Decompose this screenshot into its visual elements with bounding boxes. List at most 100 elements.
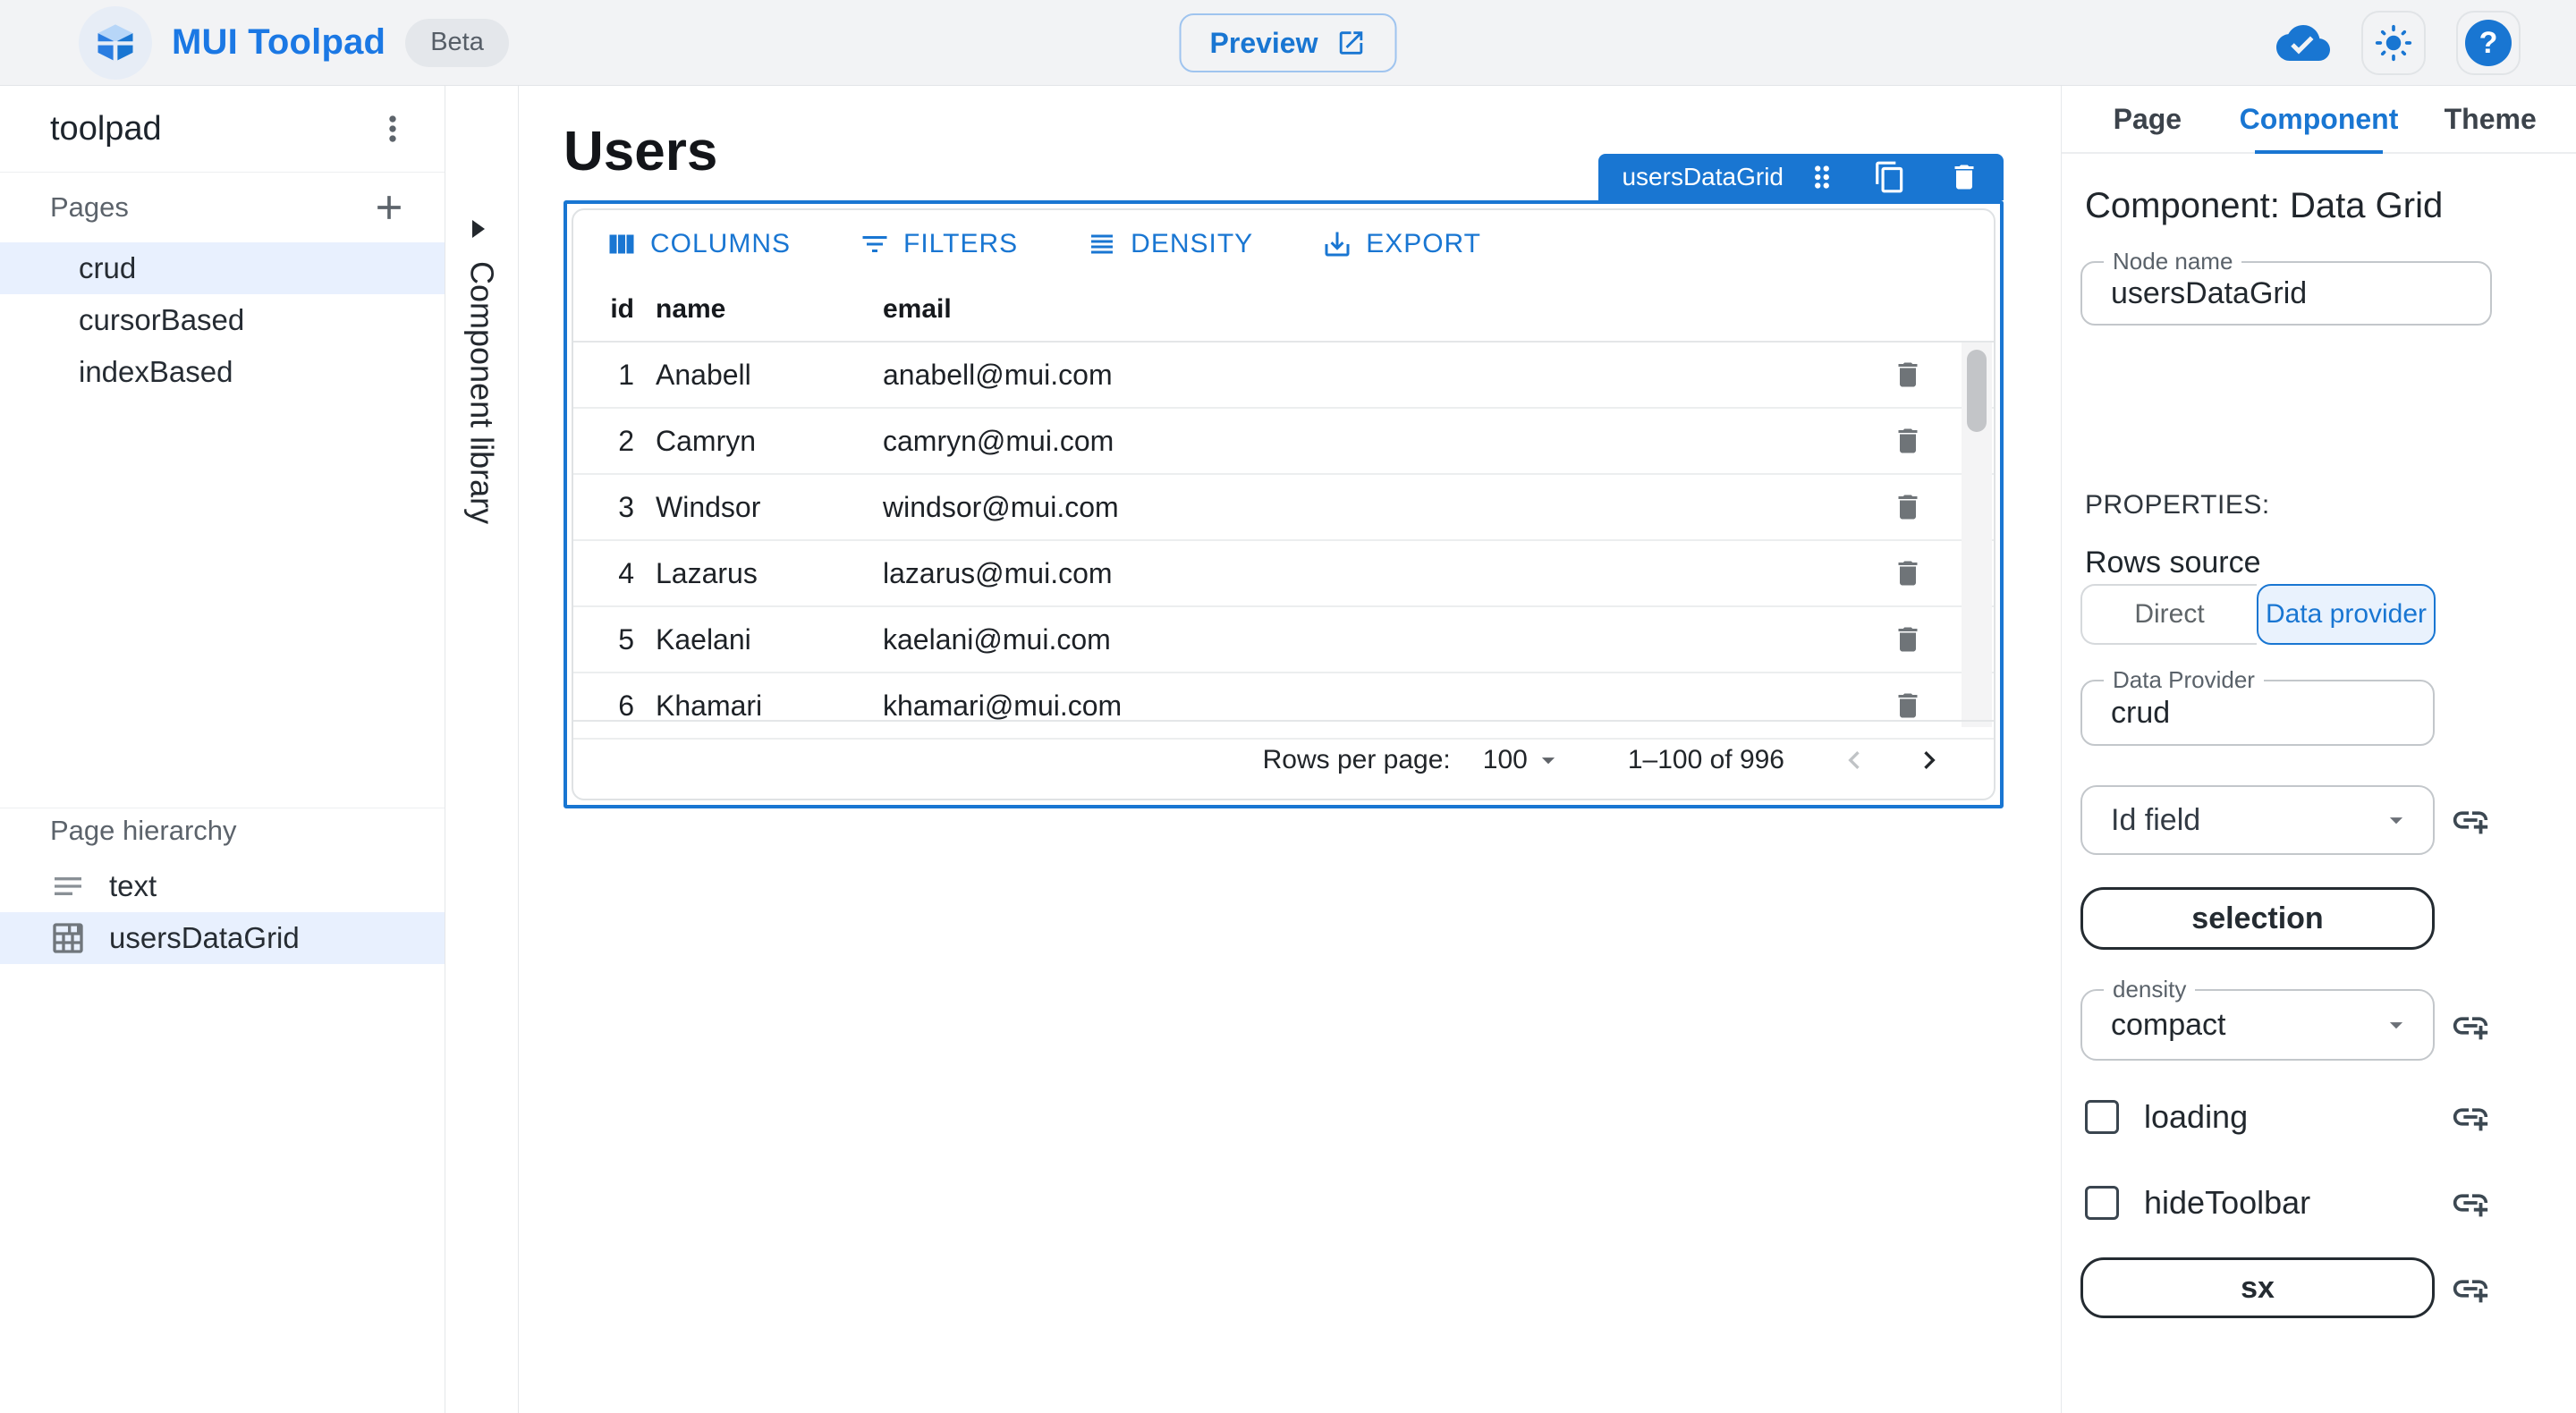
page-hierarchy-header: Page hierarchy xyxy=(0,800,445,862)
loading-checkbox[interactable] xyxy=(2085,1100,2119,1134)
duplicate-component-icon[interactable] xyxy=(1873,160,1907,194)
sidebar-item-cursorbased[interactable]: cursorBased xyxy=(0,294,445,346)
cell-name: Windsor xyxy=(656,491,780,524)
table-row[interactable]: 4 Lazarus lazarus@mui.com xyxy=(573,541,1994,607)
pages-header-label: Pages xyxy=(50,191,129,224)
table-row[interactable]: 3 Windsor windsor@mui.com xyxy=(573,475,1994,541)
delete-row-icon[interactable] xyxy=(1854,359,1962,391)
properties-header: PROPERTIES: xyxy=(2085,490,2270,520)
column-header-email[interactable]: email xyxy=(883,294,1994,325)
tab-theme[interactable]: Theme xyxy=(2404,86,2576,152)
selected-component-chip[interactable]: usersDataGrid xyxy=(1598,154,2004,200)
hide-toolbar-checkbox[interactable] xyxy=(2085,1186,2119,1220)
users-data-grid-component[interactable]: COLUMNS FILTERS xyxy=(564,200,2004,808)
export-download-icon xyxy=(1321,228,1353,260)
selected-component-name: usersDataGrid xyxy=(1622,163,1784,191)
table-row[interactable]: 2 Camryn camryn@mui.com xyxy=(573,409,1994,475)
grid-header-row: id name email xyxy=(573,278,1994,343)
page-hierarchy-label: Page hierarchy xyxy=(50,815,237,847)
delete-row-icon[interactable] xyxy=(1854,425,1962,457)
tab-component[interactable]: Component xyxy=(2233,86,2405,152)
add-page-icon[interactable] xyxy=(369,188,409,227)
cell-email: camryn@mui.com xyxy=(883,425,1854,458)
grid-vertical-scrollbar[interactable] xyxy=(1962,343,1992,727)
filters-button[interactable]: FILTERS xyxy=(853,227,1023,261)
hierarchy-item-text[interactable]: text xyxy=(0,860,445,912)
rows-per-page-label: Rows per page: xyxy=(1263,745,1451,775)
brand: MUI Toolpad Beta xyxy=(79,6,509,80)
sidebar-item-label: crud xyxy=(79,251,136,285)
arrow-drop-down-icon xyxy=(1533,745,1563,775)
column-header-id[interactable]: id xyxy=(573,294,634,325)
cell-name: Anabell xyxy=(656,359,780,392)
next-page-icon[interactable] xyxy=(1911,742,1947,778)
mui-toolpad-logo-icon xyxy=(79,6,152,80)
drag-handle-icon[interactable] xyxy=(1805,160,1839,194)
density-select[interactable]: density compact xyxy=(2080,989,2435,1061)
component-library-tab[interactable]: Component library xyxy=(463,261,501,524)
beta-badge: Beta xyxy=(405,19,509,67)
mui-toolpad-app: MUI Toolpad Beta Preview xyxy=(0,0,2576,1413)
view-column-icon xyxy=(606,228,638,260)
bind-loading-icon[interactable] xyxy=(2450,1096,2491,1138)
component-heading: Component: Data Grid xyxy=(2085,186,2443,226)
delete-row-icon[interactable] xyxy=(1854,557,1962,589)
preview-button-label: Preview xyxy=(1210,27,1318,60)
sidebar-item-label: indexBased xyxy=(79,355,233,389)
toggle-direct[interactable]: Direct xyxy=(2080,584,2257,645)
theme-toggle-button[interactable] xyxy=(2361,11,2426,75)
table-row[interactable]: 5 Kaelani kaelani@mui.com xyxy=(573,607,1994,673)
data-provider-value: crud xyxy=(2082,696,2170,731)
data-provider-field[interactable]: Data Provider crud xyxy=(2080,680,2435,746)
density-button-label: DENSITY xyxy=(1131,229,1253,259)
bind-hide-toolbar-icon[interactable] xyxy=(2450,1182,2491,1223)
scrollbar-thumb[interactable] xyxy=(1967,350,1987,432)
bind-sx-icon[interactable] xyxy=(2450,1268,2491,1309)
column-header-name[interactable]: name xyxy=(656,294,780,325)
app-title: MUI Toolpad xyxy=(172,22,386,63)
cell-email: kaelani@mui.com xyxy=(883,623,1854,656)
toggle-data-provider[interactable]: Data provider xyxy=(2257,584,2436,645)
loading-label: loading xyxy=(2144,1098,2248,1136)
expand-arrow-icon[interactable] xyxy=(470,218,487,240)
selection-button[interactable]: selection xyxy=(2080,887,2435,950)
sx-button[interactable]: sx xyxy=(2080,1257,2435,1318)
bind-id-field-icon[interactable] xyxy=(2450,800,2491,841)
tab-page[interactable]: Page xyxy=(2062,86,2233,152)
id-field-select[interactable]: Id field xyxy=(2080,785,2435,855)
more-vert-icon[interactable] xyxy=(373,109,412,148)
columns-button[interactable]: COLUMNS xyxy=(600,227,796,261)
cell-email: lazarus@mui.com xyxy=(883,557,1854,590)
cell-id: 6 xyxy=(573,690,634,723)
open-in-new-icon xyxy=(1335,28,1366,58)
delete-row-icon[interactable] xyxy=(1854,690,1962,722)
help-button[interactable]: ? xyxy=(2456,11,2521,75)
project-row: toolpad xyxy=(0,86,445,173)
table-row[interactable]: 1 Anabell anabell@mui.com xyxy=(573,343,1994,409)
previous-page-icon[interactable] xyxy=(1836,742,1872,778)
explorer-sidebar: toolpad Pages crud cursorBased indexBase… xyxy=(0,86,445,1413)
rows-per-page-select[interactable]: 100 xyxy=(1483,745,1563,775)
sidebar-item-crud[interactable]: crud xyxy=(0,242,445,294)
cell-id: 5 xyxy=(573,623,634,656)
preview-button[interactable]: Preview xyxy=(1180,13,1397,72)
delete-row-icon[interactable] xyxy=(1854,623,1962,656)
rows-per-page-value: 100 xyxy=(1483,745,1528,775)
cell-id: 3 xyxy=(573,491,634,524)
sidebar-item-indexbased[interactable]: indexBased xyxy=(0,346,445,398)
bind-density-icon[interactable] xyxy=(2450,1005,2491,1046)
export-button-label: EXPORT xyxy=(1366,229,1481,259)
inspector-tabs: Page Component Theme xyxy=(2062,86,2576,154)
filter-list-icon xyxy=(859,228,891,260)
density-button[interactable]: DENSITY xyxy=(1080,227,1258,261)
columns-button-label: COLUMNS xyxy=(650,229,791,259)
node-name-field[interactable]: Node name usersDataGrid xyxy=(2080,261,2492,326)
cell-name: Khamari xyxy=(656,690,780,723)
delete-row-icon[interactable] xyxy=(1854,491,1962,523)
export-button[interactable]: EXPORT xyxy=(1316,227,1487,261)
data-provider-label: Data Provider xyxy=(2104,666,2264,694)
cell-email: khamari@mui.com xyxy=(883,690,1854,723)
loading-row: loading xyxy=(2085,1098,2248,1136)
delete-component-icon[interactable] xyxy=(1948,161,1980,193)
hierarchy-item-usersdatagrid[interactable]: usersDataGrid xyxy=(0,912,445,964)
